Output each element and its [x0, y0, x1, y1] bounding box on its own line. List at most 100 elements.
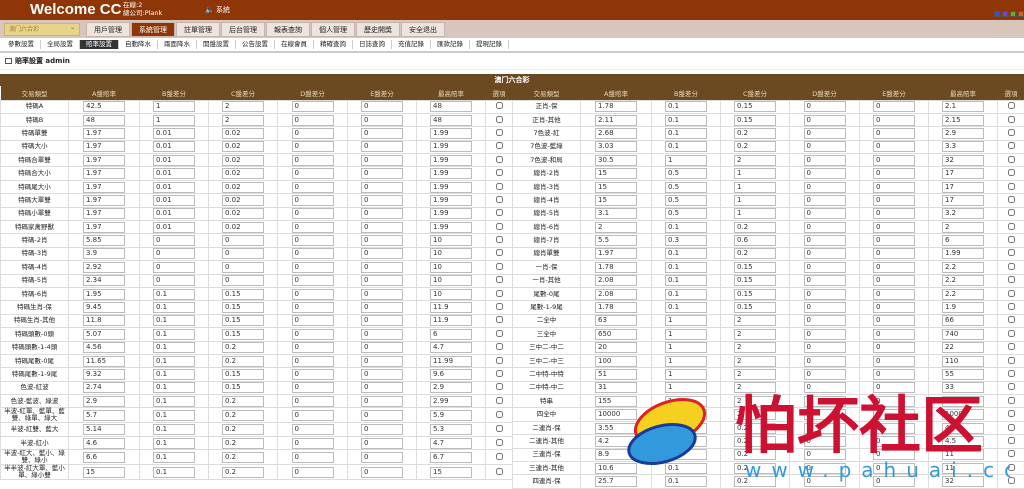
- odds-input[interactable]: 1: [153, 115, 195, 126]
- odds-input[interactable]: 0: [361, 115, 403, 126]
- odds-input[interactable]: 1.99: [430, 128, 472, 139]
- odds-input[interactable]: 155: [595, 396, 637, 407]
- odds-input[interactable]: 6.6: [83, 452, 125, 463]
- odds-input[interactable]: 0.15: [734, 115, 776, 126]
- odds-input[interactable]: 0: [873, 382, 915, 393]
- odds-input[interactable]: 4.6: [83, 438, 125, 449]
- odds-input[interactable]: 0: [804, 182, 846, 193]
- odds-input[interactable]: 0: [873, 275, 915, 286]
- odds-input[interactable]: 0: [361, 382, 403, 393]
- subnav-item[interactable]: 自動降水: [119, 40, 158, 49]
- option-checkbox[interactable]: [496, 196, 503, 203]
- nav-item[interactable]: 個人管理: [311, 22, 355, 37]
- odds-input[interactable]: 0.5: [665, 195, 707, 206]
- nav-item[interactable]: 報表查詢: [266, 22, 310, 37]
- odds-input[interactable]: 110: [942, 356, 984, 367]
- odds-input[interactable]: 11.65: [83, 356, 125, 367]
- odds-input[interactable]: 0: [292, 438, 334, 449]
- odds-input[interactable]: 0.01: [153, 128, 195, 139]
- odds-input[interactable]: 4.5: [942, 436, 984, 447]
- odds-input[interactable]: 0: [292, 369, 334, 380]
- skin-swatch[interactable]: [994, 11, 1000, 17]
- odds-input[interactable]: 0: [873, 449, 915, 460]
- option-checkbox[interactable]: [1008, 263, 1015, 270]
- odds-input[interactable]: 0: [804, 476, 846, 487]
- odds-input[interactable]: 0.2: [734, 141, 776, 152]
- odds-input[interactable]: 0: [292, 315, 334, 326]
- nav-item[interactable]: 歷史開獎: [356, 22, 400, 37]
- odds-input[interactable]: 0: [873, 356, 915, 367]
- odds-input[interactable]: 42.5: [83, 101, 125, 112]
- odds-input[interactable]: 0.1: [665, 289, 707, 300]
- option-checkbox[interactable]: [1008, 383, 1015, 390]
- odds-input[interactable]: 48: [83, 115, 125, 126]
- odds-input[interactable]: 2.92: [83, 262, 125, 273]
- odds-input[interactable]: 0.2: [222, 438, 264, 449]
- odds-input[interactable]: 0.01: [153, 182, 195, 193]
- odds-input[interactable]: 0: [153, 275, 195, 286]
- subnav-item[interactable]: 在線會員: [275, 40, 314, 49]
- odds-input[interactable]: 3.03: [595, 141, 637, 152]
- odds-input[interactable]: 48: [430, 101, 472, 112]
- odds-input[interactable]: 0.1: [153, 329, 195, 340]
- odds-input[interactable]: 0: [361, 141, 403, 152]
- odds-input[interactable]: 66: [942, 315, 984, 326]
- option-checkbox[interactable]: [496, 129, 503, 136]
- odds-input[interactable]: 0: [873, 235, 915, 246]
- odds-input[interactable]: 1.99: [942, 248, 984, 259]
- odds-input[interactable]: 0: [361, 396, 403, 407]
- subnav-item[interactable]: 公告設置: [236, 40, 275, 49]
- odds-input[interactable]: 5.7: [83, 410, 125, 421]
- odds-input[interactable]: 22: [942, 342, 984, 353]
- odds-input[interactable]: 2.68: [595, 128, 637, 139]
- odds-input[interactable]: 2: [222, 115, 264, 126]
- option-checkbox[interactable]: [496, 330, 503, 337]
- odds-input[interactable]: 0: [804, 382, 846, 393]
- odds-input[interactable]: 4.7: [430, 342, 472, 353]
- odds-input[interactable]: 51: [595, 369, 637, 380]
- odds-input[interactable]: 0.1: [153, 315, 195, 326]
- odds-input[interactable]: 0.01: [153, 168, 195, 179]
- option-checkbox[interactable]: [496, 116, 503, 123]
- odds-input[interactable]: 1.97: [83, 141, 125, 152]
- odds-input[interactable]: 31: [595, 382, 637, 393]
- option-checkbox[interactable]: [496, 263, 503, 270]
- odds-input[interactable]: 1: [665, 382, 707, 393]
- odds-input[interactable]: 0: [873, 222, 915, 233]
- odds-input[interactable]: 0: [873, 396, 915, 407]
- odds-input[interactable]: 0: [804, 275, 846, 286]
- odds-input[interactable]: 0.1: [153, 467, 195, 478]
- odds-input[interactable]: 1.99: [430, 222, 472, 233]
- odds-input[interactable]: 2.74: [83, 382, 125, 393]
- odds-input[interactable]: 0.1: [665, 128, 707, 139]
- odds-input[interactable]: 15: [595, 195, 637, 206]
- odds-input[interactable]: 11: [942, 449, 984, 460]
- odds-input[interactable]: 0: [361, 369, 403, 380]
- odds-input[interactable]: 0.1: [153, 396, 195, 407]
- option-checkbox[interactable]: [1008, 129, 1015, 136]
- odds-input[interactable]: 1: [734, 195, 776, 206]
- odds-input[interactable]: 0.2: [734, 128, 776, 139]
- odds-input[interactable]: 2: [734, 409, 776, 420]
- odds-input[interactable]: 0: [292, 424, 334, 435]
- odds-input[interactable]: 0: [361, 101, 403, 112]
- subnav-item[interactable]: 全局設置: [41, 40, 80, 49]
- odds-input[interactable]: 0.15: [734, 262, 776, 273]
- odds-input[interactable]: 2.9: [83, 396, 125, 407]
- odds-input[interactable]: 0.2: [222, 467, 264, 478]
- option-checkbox[interactable]: [1008, 464, 1015, 471]
- odds-input[interactable]: 3.55: [595, 423, 637, 434]
- odds-input[interactable]: 0: [292, 329, 334, 340]
- odds-input[interactable]: 0: [804, 409, 846, 420]
- odds-input[interactable]: 0: [873, 101, 915, 112]
- skin-swatch[interactable]: [1010, 11, 1016, 17]
- odds-input[interactable]: 0: [873, 315, 915, 326]
- odds-input[interactable]: 0: [361, 168, 403, 179]
- odds-input[interactable]: 0.1: [153, 302, 195, 313]
- odds-input[interactable]: 0.1: [153, 424, 195, 435]
- odds-input[interactable]: 0: [804, 356, 846, 367]
- option-checkbox[interactable]: [496, 249, 503, 256]
- subnav-item[interactable]: 開盤設置: [197, 40, 236, 49]
- odds-input[interactable]: 0.1: [153, 289, 195, 300]
- option-checkbox[interactable]: [496, 316, 503, 323]
